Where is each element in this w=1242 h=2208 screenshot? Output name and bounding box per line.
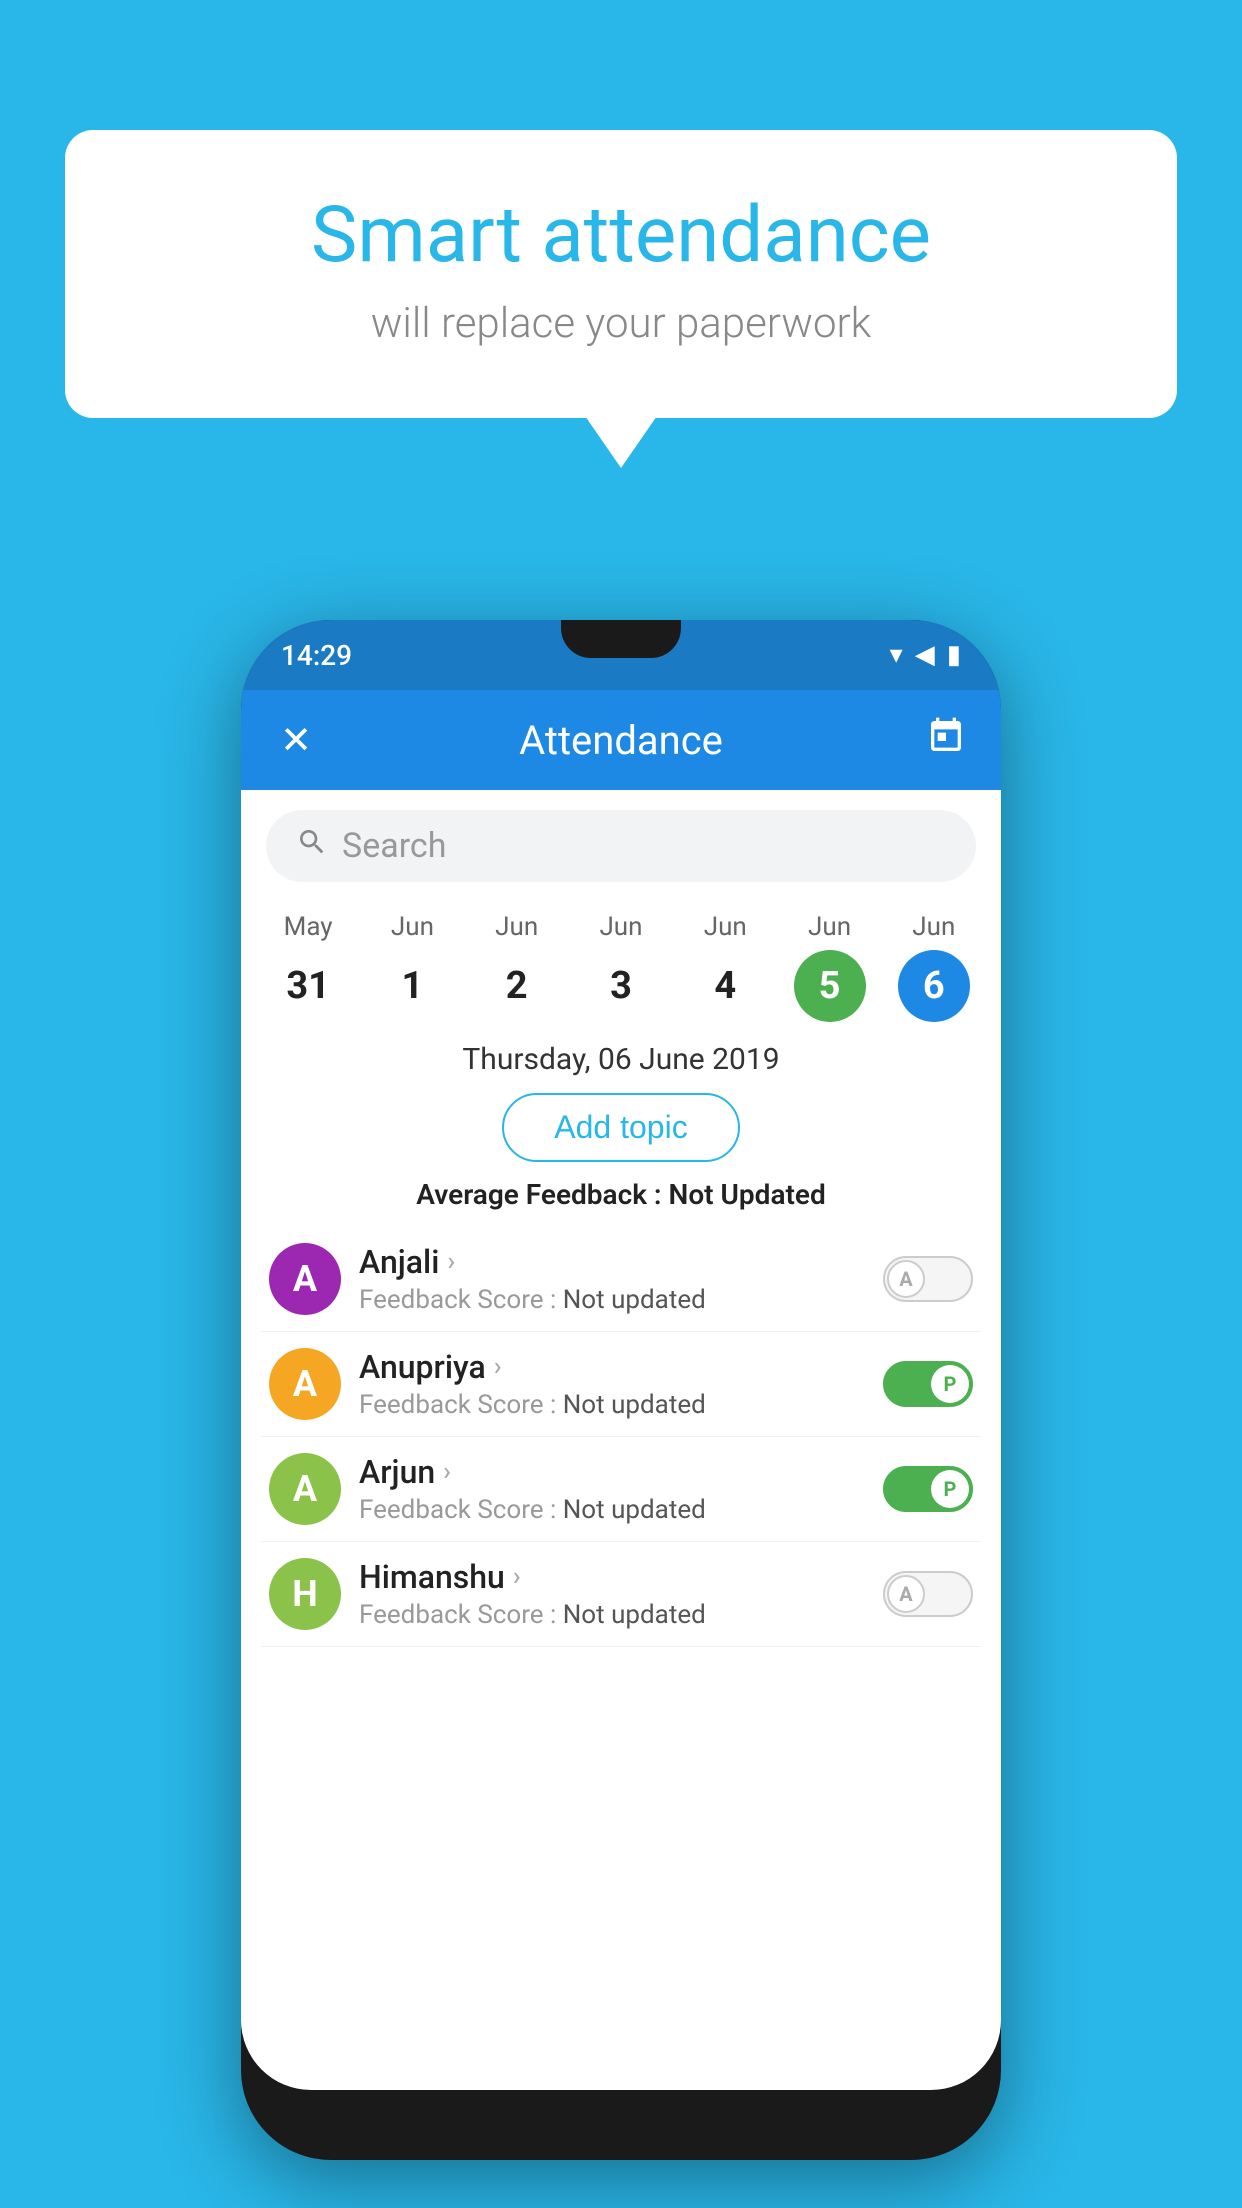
- toggle-knob: A: [887, 1575, 925, 1613]
- cal-date: 3: [585, 950, 657, 1022]
- calendar-day-4[interactable]: Jun 4: [673, 912, 777, 1022]
- student-info: Anjali › Feedback Score : Not updated: [359, 1243, 865, 1315]
- wifi-icon: ▾: [890, 640, 903, 670]
- student-item[interactable]: A Anjali › Feedback Score : Not updated …: [261, 1227, 981, 1332]
- status-bar: 14:29 ▾ ◀ ▮: [241, 620, 1001, 690]
- phone-screen: Search May 31 Jun 1 Jun 2 Jun 3 Jun 4 Ju…: [241, 790, 1001, 2090]
- student-item[interactable]: A Arjun › Feedback Score : Not updated P: [261, 1437, 981, 1542]
- student-name: Anjali ›: [359, 1243, 865, 1281]
- battery-icon: ▮: [947, 640, 961, 670]
- calendar-day-5[interactable]: Jun 5: [777, 912, 881, 1022]
- search-input[interactable]: Search: [342, 826, 446, 866]
- speech-bubble-subtitle: will replace your paperwork: [145, 299, 1097, 348]
- cal-month: Jun: [391, 912, 434, 942]
- cal-date: 5: [794, 950, 866, 1022]
- student-name: Anupriya ›: [359, 1348, 865, 1386]
- search-bar[interactable]: Search: [266, 810, 976, 882]
- calendar-day-3[interactable]: Jun 3: [569, 912, 673, 1022]
- status-icons: ▾ ◀ ▮: [890, 640, 961, 670]
- speech-bubble-title: Smart attendance: [145, 190, 1097, 281]
- calendar-day-6[interactable]: Jun 6: [882, 912, 986, 1022]
- student-item[interactable]: H Himanshu › Feedback Score : Not update…: [261, 1542, 981, 1647]
- signal-icon: ◀: [915, 640, 935, 670]
- close-button[interactable]: ✕: [271, 718, 321, 763]
- cal-date: 6: [898, 950, 970, 1022]
- student-avatar: A: [269, 1453, 341, 1525]
- calendar-icon[interactable]: [926, 716, 966, 765]
- cal-month: Jun: [808, 912, 851, 942]
- feedback-score: Feedback Score : Not updated: [359, 1600, 865, 1630]
- feedback-score: Feedback Score : Not updated: [359, 1495, 865, 1525]
- attendance-toggle[interactable]: A: [883, 1571, 973, 1617]
- attendance-toggle[interactable]: P: [883, 1466, 973, 1512]
- search-icon: [296, 826, 328, 866]
- attendance-toggle[interactable]: P: [883, 1361, 973, 1407]
- cal-month: Jun: [704, 912, 747, 942]
- cal-date: 2: [481, 950, 553, 1022]
- chevron-right-icon: ›: [443, 1457, 451, 1487]
- status-time: 14:29: [281, 639, 352, 672]
- feedback-average: Average Feedback : Not Updated: [241, 1178, 1001, 1211]
- toggle-knob: A: [887, 1260, 925, 1298]
- student-list: A Anjali › Feedback Score : Not updated …: [241, 1227, 1001, 1647]
- cal-month: Jun: [599, 912, 642, 942]
- calendar-strip: May 31 Jun 1 Jun 2 Jun 3 Jun 4 Jun 5 Jun…: [241, 892, 1001, 1032]
- feedback-avg-value: Not Updated: [669, 1178, 826, 1211]
- student-item[interactable]: A Anupriya › Feedback Score : Not update…: [261, 1332, 981, 1437]
- student-name: Himanshu ›: [359, 1558, 865, 1596]
- chevron-right-icon: ›: [494, 1352, 502, 1382]
- toggle-knob: P: [931, 1470, 969, 1508]
- cal-month: Jun: [912, 912, 955, 942]
- speech-bubble-container: Smart attendance will replace your paper…: [65, 130, 1177, 418]
- student-info: Anupriya › Feedback Score : Not updated: [359, 1348, 865, 1420]
- cal-month: May: [284, 912, 333, 942]
- selected-date: Thursday, 06 June 2019: [241, 1042, 1001, 1077]
- student-name: Arjun ›: [359, 1453, 865, 1491]
- phone-frame: 14:29 ▾ ◀ ▮ ✕ Attendance Search: [241, 620, 1001, 2160]
- cal-date: 1: [376, 950, 448, 1022]
- feedback-avg-label: Average Feedback :: [416, 1178, 661, 1211]
- calendar-day-2[interactable]: Jun 2: [465, 912, 569, 1022]
- cal-month: Jun: [495, 912, 538, 942]
- chevron-right-icon: ›: [447, 1247, 455, 1277]
- student-avatar: A: [269, 1243, 341, 1315]
- student-info: Arjun › Feedback Score : Not updated: [359, 1453, 865, 1525]
- student-avatar: A: [269, 1348, 341, 1420]
- toggle-knob: P: [931, 1365, 969, 1403]
- cal-date: 4: [689, 950, 761, 1022]
- chevron-right-icon: ›: [513, 1562, 521, 1592]
- app-title: Attendance: [321, 717, 921, 764]
- add-topic-button[interactable]: Add topic: [502, 1093, 739, 1162]
- feedback-score: Feedback Score : Not updated: [359, 1285, 865, 1315]
- app-bar: ✕ Attendance: [241, 690, 1001, 790]
- notch: [561, 620, 681, 658]
- attendance-toggle[interactable]: A: [883, 1256, 973, 1302]
- student-info: Himanshu › Feedback Score : Not updated: [359, 1558, 865, 1630]
- calendar-day-1[interactable]: Jun 1: [360, 912, 464, 1022]
- calendar-day-0[interactable]: May 31: [256, 912, 360, 1022]
- speech-bubble: Smart attendance will replace your paper…: [65, 130, 1177, 418]
- student-avatar: H: [269, 1558, 341, 1630]
- cal-date: 31: [272, 950, 344, 1022]
- feedback-score: Feedback Score : Not updated: [359, 1390, 865, 1420]
